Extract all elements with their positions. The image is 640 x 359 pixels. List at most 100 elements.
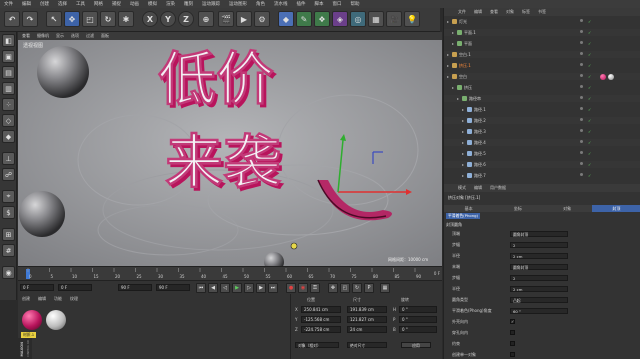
- visibility-dot-icon[interactable]: [580, 85, 583, 88]
- material-menu-item[interactable]: 编辑: [38, 296, 46, 302]
- menu-item[interactable]: 流水线: [274, 1, 288, 7]
- object-menu-item[interactable]: 对象: [506, 9, 514, 15]
- expand-toggle-icon[interactable]: ▸: [462, 150, 464, 157]
- object-row[interactable]: ▸ 路径.3 ✓: [444, 128, 640, 135]
- coord-rotation-field[interactable]: 0 °: [399, 326, 437, 333]
- object-row[interactable]: ▸ 灯光 ✓: [444, 18, 640, 25]
- object-menu-item[interactable]: 书签: [538, 9, 546, 15]
- material-menu-item[interactable]: 纹理: [70, 296, 78, 302]
- coordinate-system-button[interactable]: ⊕: [198, 11, 214, 27]
- expand-toggle-icon[interactable]: ▸: [447, 18, 449, 25]
- visibility-dot-icon[interactable]: [580, 96, 583, 99]
- object-row[interactable]: ▸ 挤压 ✓: [444, 84, 640, 91]
- attribute-checkbox[interactable]: [510, 352, 515, 357]
- menu-item[interactable]: 工具: [76, 1, 85, 7]
- expand-toggle-icon[interactable]: ▸: [447, 73, 449, 80]
- current-frame-field[interactable]: 0 F: [20, 284, 54, 291]
- attribute-checkbox[interactable]: [510, 330, 515, 335]
- enable-check-icon[interactable]: ✓: [588, 161, 591, 168]
- enable-check-icon[interactable]: ✓: [588, 106, 591, 113]
- enable-check-icon[interactable]: ✓: [588, 139, 591, 146]
- key-rotation-button[interactable]: ↻: [352, 283, 362, 293]
- visibility-dot-icon[interactable]: [580, 129, 583, 132]
- subtab-phong[interactable]: 平滑着色(Phong): [446, 213, 480, 219]
- goto-start-button[interactable]: ⏮: [196, 283, 206, 293]
- visibility-dot-icon[interactable]: [580, 173, 583, 176]
- menu-item[interactable]: 雕刻: [184, 1, 193, 7]
- object-menu-item[interactable]: 编辑: [474, 9, 482, 15]
- visibility-dot-icon[interactable]: [580, 41, 583, 44]
- object-row[interactable]: ▸ 路径.1 ✓: [444, 106, 640, 113]
- tweak-mode-icon[interactable]: ☍: [2, 168, 15, 181]
- cube-object-icon[interactable]: ◆: [278, 11, 294, 27]
- material-swatch-white[interactable]: [46, 310, 66, 330]
- material-tag-icon[interactable]: [600, 73, 606, 80]
- grid-icon[interactable]: #: [2, 244, 15, 257]
- menu-item[interactable]: 编辑: [22, 1, 31, 7]
- menu-item[interactable]: 动画: [130, 1, 139, 7]
- deformer-icon[interactable]: ◎: [350, 11, 366, 27]
- viewport-menu-item[interactable]: 显示: [56, 33, 64, 39]
- enable-check-icon[interactable]: ✓: [588, 51, 591, 58]
- enable-check-icon[interactable]: ✓: [588, 117, 591, 124]
- points-mode-icon[interactable]: ⁘: [2, 98, 15, 111]
- enable-check-icon[interactable]: ✓: [588, 150, 591, 157]
- attribute-value-field[interactable]: 2 cm: [510, 253, 568, 259]
- end-frame-field[interactable]: 90 F: [118, 284, 152, 291]
- attributes-menu-item[interactable]: 用户数据: [490, 185, 506, 191]
- attributes-tab[interactable]: 对象: [542, 205, 592, 212]
- viewport-menu-item[interactable]: 查看: [22, 33, 30, 39]
- key-param-button[interactable]: P: [364, 283, 374, 293]
- pen-spline-icon[interactable]: ✎: [296, 11, 312, 27]
- visibility-dot-icon[interactable]: [580, 140, 583, 143]
- solo-icon[interactable]: ◉: [2, 266, 15, 279]
- motion-clip-button[interactable]: ▦: [380, 283, 390, 293]
- attribute-value-field[interactable]: 圆角封顶: [510, 264, 568, 270]
- expand-toggle-icon[interactable]: ▸: [462, 106, 464, 113]
- expand-toggle-icon[interactable]: ▸: [462, 172, 464, 179]
- expand-toggle-icon[interactable]: ▸: [462, 117, 464, 124]
- rotate-tool-button[interactable]: ↻: [100, 11, 116, 27]
- attributes-menu-item[interactable]: 模式: [458, 185, 466, 191]
- make-editable-icon[interactable]: ◧: [2, 34, 15, 47]
- axis-mode-icon[interactable]: ⊥: [2, 152, 15, 165]
- object-row[interactable]: ▸ 平面 ✓: [444, 40, 640, 47]
- attributes-tab[interactable]: 坐标: [493, 205, 543, 212]
- select-tool-button[interactable]: ↖: [46, 11, 62, 27]
- enable-check-icon[interactable]: ✓: [588, 84, 591, 91]
- workplane-lock-icon[interactable]: ⊞: [2, 228, 15, 241]
- object-row[interactable]: ▸ 挤压.1 ✓: [444, 62, 640, 69]
- viewport-menu-item[interactable]: 选项: [71, 33, 79, 39]
- attribute-value-field[interactable]: 2 cm: [510, 286, 568, 292]
- array-icon[interactable]: ◈: [332, 11, 348, 27]
- expand-toggle-icon[interactable]: ▸: [447, 62, 449, 69]
- expand-toggle-icon[interactable]: ▸: [462, 161, 464, 168]
- coord-size-select[interactable]: 绝对尺寸: [347, 342, 387, 348]
- object-row[interactable]: ▸ 路径.7 ✓: [444, 172, 640, 179]
- coord-mode-select[interactable]: 对象（相对）: [295, 342, 339, 348]
- texture-mode-icon[interactable]: ▤: [2, 66, 15, 79]
- menu-item[interactable]: 窗口: [333, 1, 342, 7]
- object-row[interactable]: ▸ 路径.6 ✓: [444, 161, 640, 168]
- material-tag-icon[interactable]: [608, 73, 614, 80]
- expand-toggle-icon[interactable]: ▸: [452, 40, 454, 47]
- enable-snap-icon[interactable]: $: [2, 206, 15, 219]
- attribute-value-field[interactable]: 2: [510, 242, 568, 248]
- object-row[interactable]: ▸ 空白.1 ✓: [444, 51, 640, 58]
- model-mode-icon[interactable]: ▣: [2, 50, 15, 63]
- coord-rotation-field[interactable]: 0 °: [399, 316, 437, 323]
- menu-item[interactable]: 模拟: [148, 1, 157, 7]
- menu-item[interactable]: 运动跟踪: [202, 1, 220, 7]
- scene-icon[interactable]: ▦: [368, 11, 384, 27]
- attributes-menu-item[interactable]: 编辑: [474, 185, 482, 191]
- recent-tool-button[interactable]: ✱: [118, 11, 134, 27]
- render-picture-icon[interactable]: ▶: [236, 11, 252, 27]
- menu-item[interactable]: 角色: [256, 1, 265, 7]
- enable-check-icon[interactable]: ✓: [588, 62, 591, 69]
- record-button[interactable]: ●: [286, 283, 296, 293]
- menu-item[interactable]: 帮助: [351, 1, 360, 7]
- expand-toggle-icon[interactable]: ▸: [462, 139, 464, 146]
- visibility-dot-icon[interactable]: [580, 151, 583, 154]
- render-view-icon[interactable]: 🎬: [218, 11, 234, 27]
- undo-button[interactable]: ↶: [4, 11, 20, 27]
